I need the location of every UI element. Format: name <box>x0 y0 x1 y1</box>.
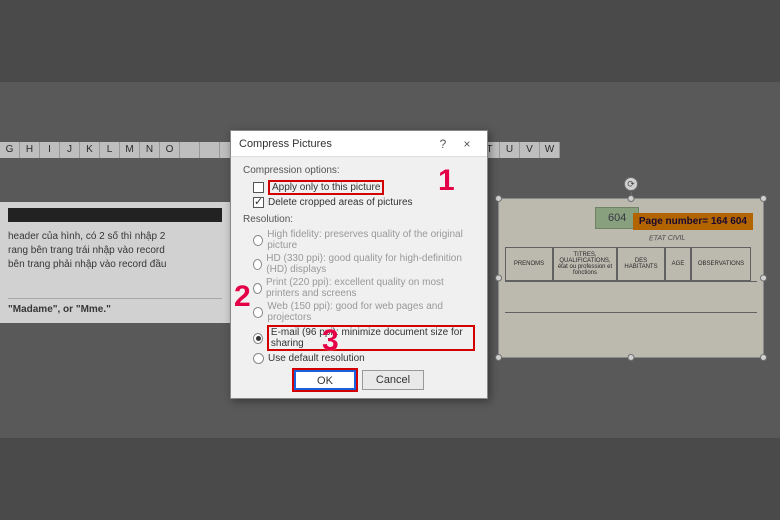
annotation-3: 3 <box>322 324 339 358</box>
cancel-button[interactable]: Cancel <box>362 370 424 390</box>
option-label: High fidelity: preserves quality of the … <box>267 229 475 251</box>
option-label: Print (220 ppi): excellent quality on mo… <box>266 277 475 299</box>
table-column-header: TITRES, QUALIFICATIONS, état ou professi… <box>553 247 617 281</box>
letterbox-top <box>0 0 780 82</box>
column-header[interactable]: J <box>60 142 80 158</box>
column-header[interactable]: W <box>540 142 560 158</box>
table-column-header: AGE <box>665 247 691 281</box>
table-header-row: PRENOMSTITRES, QUALIFICATIONS, état ou p… <box>505 247 757 281</box>
resolution-label: Resolution: <box>243 214 475 225</box>
doc-line-2: rang bên trang trái nhập vào record <box>8 244 222 258</box>
radio-icon[interactable] <box>253 283 262 294</box>
option-label: HD (330 ppi): good quality for high-defi… <box>266 253 475 275</box>
content-area: GHIJKLMNOSTUVW header của hình, có 2 số … <box>0 82 780 438</box>
column-header[interactable]: I <box>40 142 60 158</box>
radio-icon[interactable] <box>253 307 263 318</box>
rotate-handle-icon[interactable]: ⟳ <box>624 177 638 191</box>
selected-picture[interactable]: ⟳ 604 Page number= 164 604 ETAT CIVIL PR… <box>498 198 764 358</box>
table-column-header: OBSERVATIONS <box>691 247 751 281</box>
resize-handle[interactable] <box>760 354 767 361</box>
annotation-1: 1 <box>438 164 455 198</box>
option-label: Web (150 ppi): good for web pages and pr… <box>267 301 475 323</box>
table-column-header: PRENOMS <box>505 247 553 281</box>
delete-cropped-option[interactable]: Delete cropped areas of pictures <box>253 197 475 208</box>
resolution-web[interactable]: Web (150 ppi): good for web pages and pr… <box>253 301 475 323</box>
option-label: E-mail (96 ppi): minimize document size … <box>267 325 475 351</box>
column-header[interactable]: O <box>160 142 180 158</box>
resolution-hd[interactable]: HD (330 ppi): good quality for high-defi… <box>253 253 475 275</box>
column-header[interactable]: V <box>520 142 540 158</box>
table-title: ETAT CIVIL <box>649 235 685 243</box>
resolution-email[interactable]: E-mail (96 ppi): minimize document size … <box>253 325 475 351</box>
option-label: Use default resolution <box>268 353 365 364</box>
dialog-title: Compress Pictures <box>239 138 431 150</box>
document-panel: header của hình, có 2 số thì nhập 2 rang… <box>0 202 230 323</box>
resize-handle[interactable] <box>760 195 767 202</box>
checkbox-icon[interactable] <box>253 197 264 208</box>
resize-handle[interactable] <box>628 354 635 361</box>
radio-icon[interactable] <box>253 259 262 270</box>
table-row <box>505 281 757 313</box>
dark-bar <box>8 208 222 222</box>
apply-only-label: Apply only to this picture <box>268 180 384 195</box>
delete-cropped-label: Delete cropped areas of pictures <box>268 197 413 208</box>
column-header[interactable]: N <box>140 142 160 158</box>
resize-handle[interactable] <box>760 275 767 282</box>
ok-button[interactable]: OK <box>294 370 356 390</box>
column-header[interactable]: G <box>0 142 20 158</box>
dialog-titlebar[interactable]: Compress Pictures ? × <box>231 131 487 157</box>
annotation-2: 2 <box>234 280 251 314</box>
dialog-button-row: OK Cancel <box>243 370 475 390</box>
column-header[interactable]: H <box>20 142 40 158</box>
resize-handle[interactable] <box>495 195 502 202</box>
table-column-header: DES HABITANTS <box>617 247 665 281</box>
resolution-default[interactable]: Use default resolution <box>253 353 475 364</box>
radio-icon[interactable] <box>253 235 263 246</box>
column-header[interactable] <box>200 142 220 158</box>
resolution-print[interactable]: Print (220 ppi): excellent quality on mo… <box>253 277 475 299</box>
resize-handle[interactable] <box>495 275 502 282</box>
column-header[interactable]: U <box>500 142 520 158</box>
resolution-high-fidelity[interactable]: High fidelity: preserves quality of the … <box>253 229 475 251</box>
resize-handle[interactable] <box>628 195 635 202</box>
column-header[interactable]: K <box>80 142 100 158</box>
doc-line-4: "Madame", or "Mme." <box>8 298 222 317</box>
column-header[interactable]: L <box>100 142 120 158</box>
letterbox-bottom <box>0 438 780 520</box>
checkbox-icon[interactable] <box>253 182 264 193</box>
column-header[interactable] <box>180 142 200 158</box>
close-button[interactable]: × <box>455 137 479 151</box>
radio-icon[interactable] <box>253 353 264 364</box>
doc-line-3: bên trang phải nhập vào record đầu <box>8 258 222 272</box>
column-header[interactable]: M <box>120 142 140 158</box>
resize-handle[interactable] <box>495 354 502 361</box>
help-button[interactable]: ? <box>431 137 455 151</box>
radio-icon[interactable] <box>253 333 263 344</box>
doc-line-1: header của hình, có 2 số thì nhập 2 <box>8 230 222 244</box>
page-number-badge: Page number= 164 604 <box>633 213 753 230</box>
